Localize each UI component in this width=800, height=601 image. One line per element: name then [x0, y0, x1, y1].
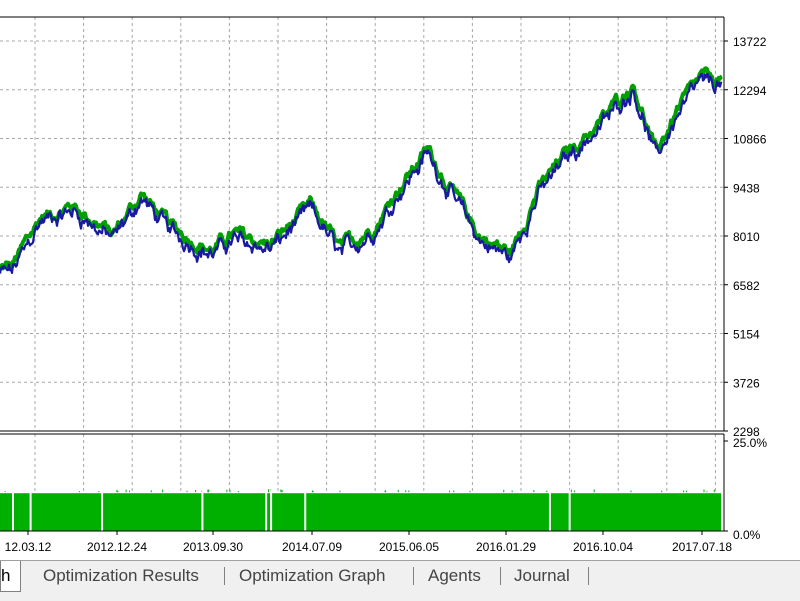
- x-tick-label: 12.03.12: [5, 540, 52, 554]
- tab-journal[interactable]: Journal: [514, 564, 570, 588]
- deposit-load-gap: [201, 490, 204, 531]
- y-tick-label: 10866: [733, 133, 767, 147]
- tester-tab-bar: h Optimization Results Optimization Grap…: [0, 560, 800, 601]
- y-tick-label: 8010: [733, 230, 760, 244]
- tab-separator: [413, 567, 414, 585]
- tab-graph[interactable]: h: [0, 561, 22, 592]
- tab-agents[interactable]: Agents: [428, 564, 481, 588]
- x-tick-label: 2014.07.09: [282, 540, 342, 554]
- deposit-load-gap: [548, 490, 551, 531]
- deposit-load-gap: [304, 490, 307, 531]
- balance-line: [0, 66, 723, 271]
- tab-separator: [224, 567, 225, 585]
- deposit-load-gap: [29, 490, 32, 531]
- x-tick-label: 2016.10.04: [573, 540, 633, 554]
- x-tick-label: 2012.12.24: [87, 540, 147, 554]
- deposit-load-gap: [270, 490, 273, 531]
- deposit-load-gap: [265, 490, 268, 531]
- tab-optimization-graph[interactable]: Optimization Graph: [239, 564, 385, 588]
- x-tick-label: 2017.07.18: [672, 540, 732, 554]
- deposit-load-gap: [568, 490, 571, 531]
- x-tick-label: 2015.06.05: [379, 540, 439, 554]
- tab-separator: [500, 567, 501, 585]
- y-tick-label: 9438: [733, 181, 760, 195]
- strategy-tester-graph: 1372212294108669438801065825154372622982…: [0, 16, 767, 554]
- x-tick-label: 2016.01.29: [476, 540, 536, 554]
- tab-separator: [588, 567, 589, 585]
- y-tick-label: 0.0%: [733, 528, 761, 542]
- y-tick-label: 13722: [733, 35, 767, 49]
- tab-optimization-results[interactable]: Optimization Results: [43, 564, 199, 588]
- deposit-load-gap: [101, 490, 104, 531]
- deposit-load-bars: [0, 493, 721, 531]
- x-tick-label: 2013.09.30: [183, 540, 243, 554]
- y-tick-label: 6582: [733, 279, 760, 293]
- y-tick-label: 25.0%: [733, 436, 767, 450]
- y-tick-label: 5154: [733, 328, 760, 342]
- deposit-load-gap: [12, 490, 14, 531]
- y-tick-label: 3726: [733, 376, 760, 390]
- y-tick-label: 12294: [733, 84, 767, 98]
